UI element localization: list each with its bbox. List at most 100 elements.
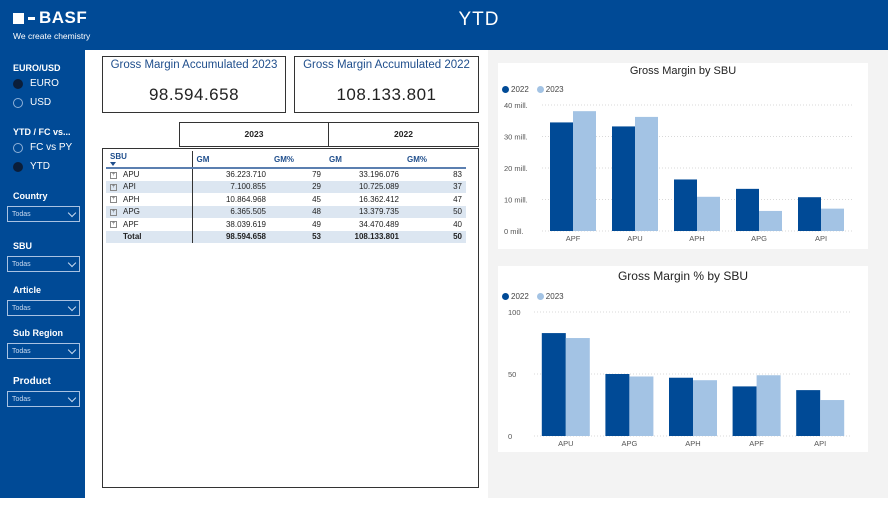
gm-by-sbu-chart-card[interactable]: Gross Margin by SBU 2022 2023 0 mill. 10 …: [498, 63, 868, 249]
column-header-gmpct-2022[interactable]: GM%: [403, 151, 466, 169]
bar-2023-apu[interactable]: [635, 116, 658, 231]
row-gm-2023: 36.223.710: [191, 168, 270, 181]
bar-2023-apg[interactable]: [629, 376, 654, 436]
y-tick-label: 30 mill.: [504, 133, 528, 142]
sbu-filter-title: SBU: [13, 241, 33, 251]
expand-plus-icon[interactable]: +: [110, 221, 117, 229]
bar-2023-aph[interactable]: [697, 196, 720, 231]
total-gmpct-2022: 50: [403, 230, 466, 243]
bar-2023-api[interactable]: [821, 208, 844, 231]
country-dropdown[interactable]: Todas: [7, 206, 80, 222]
y-tick-label: 0: [508, 432, 512, 441]
currency-slicer-title: EURO/USD: [13, 63, 61, 73]
bar-2023-api[interactable]: [820, 400, 845, 436]
gm-by-sbu-bar-chart: 0 mill. 10 mill. 20 mill. 30 mill. 40 mill. A…: [504, 101, 852, 243]
filter-sidebar: EURO/USD EURO USD YTD / FC vs... FC vs P…: [0, 50, 85, 498]
table-row[interactable]: + APG 6.365.505 48 13.379.735 50: [106, 205, 466, 218]
row-gmpct-2022: 50: [403, 205, 466, 218]
kpi-card-2023: Gross Margin Accumulated 2023 98.594.658: [102, 56, 286, 113]
product-filter-title: Product: [13, 376, 51, 387]
bar-2022-aph[interactable]: [674, 179, 697, 231]
x-tick-label: API: [814, 439, 826, 448]
bar-2022-apu[interactable]: [541, 333, 566, 436]
x-tick-label: APH: [685, 439, 700, 448]
expand-plus-icon[interactable]: +: [110, 208, 117, 216]
country-filter-title: Country: [13, 191, 48, 201]
expand-plus-icon[interactable]: +: [110, 183, 117, 191]
product-dropdown[interactable]: Todas: [7, 391, 80, 407]
year-header-2023: 2023: [179, 122, 329, 147]
subregion-dropdown-value: Todas: [12, 347, 31, 355]
bar-2023-apf[interactable]: [573, 111, 596, 231]
total-gm-2023: 98.594.658: [191, 230, 270, 243]
radio-usd[interactable]: USD: [13, 97, 51, 108]
bar-2022-apu[interactable]: [612, 126, 635, 231]
radio-euro-label: EURO: [30, 78, 59, 89]
radio-ytd-label: YTD: [30, 161, 50, 172]
table-row[interactable]: + APU 36.223.710 79 33.196.076 83: [106, 168, 466, 181]
subregion-filter-title: Sub Region: [13, 328, 63, 338]
radio-fc-vs-py[interactable]: FC vs PY: [13, 142, 72, 153]
total-gmpct-2023: 53: [270, 230, 325, 243]
table-row[interactable]: + APH 10.864.968 45 16.362.412 47: [106, 193, 466, 206]
kpi-2023-value: 98.594.658: [148, 85, 240, 104]
row-gm-2022: 13.379.735: [325, 205, 403, 218]
row-gmpct-2023: 29: [270, 180, 325, 193]
kpi-card-2022: Gross Margin Accumulated 2022 108.133.80…: [294, 56, 479, 113]
chevron-down-icon: [67, 302, 77, 311]
sbu-matrix-table: SBU GM GM% GM GM% + APU 36.223.710 79 33.…: [106, 151, 466, 243]
y-tick-label: 40 mill.: [504, 101, 528, 110]
bar-2023-apg[interactable]: [759, 210, 782, 231]
brand-tagline: We create chemistry: [13, 31, 91, 41]
table-total-row: Total 98.594.658 53 108.133.801 50: [106, 230, 466, 243]
column-header-gm-2022[interactable]: GM: [325, 151, 403, 169]
bar-2022-apg[interactable]: [605, 374, 630, 436]
chevron-down-icon: [67, 208, 77, 217]
column-header-gm-2023[interactable]: GM: [191, 151, 270, 169]
table-row[interactable]: + API 7.100.855 29 10.725.089 37: [106, 180, 466, 193]
radio-euro[interactable]: EURO: [13, 78, 59, 89]
mode-slicer-title: YTD / FC vs...: [13, 127, 71, 137]
kpi-2023-label: Gross Margin Accumulated 2023: [110, 59, 278, 71]
year-header-2022: 2022: [328, 122, 479, 147]
bar-2022-apf[interactable]: [550, 122, 573, 231]
gmpct-by-sbu-chart-card[interactable]: Gross Margin % by SBU 2022 2023 0 50 100 AP…: [498, 266, 868, 452]
x-tick-label: APH: [689, 234, 704, 243]
sbu-dropdown-value: Todas: [12, 260, 31, 268]
bar-2022-api[interactable]: [796, 390, 821, 436]
x-tick-label: APG: [751, 234, 767, 243]
radio-selected-icon: [13, 161, 23, 172]
radio-usd-label: USD: [30, 97, 52, 108]
expand-plus-icon[interactable]: +: [110, 196, 117, 204]
bar-2022-aph[interactable]: [669, 377, 693, 436]
x-tick-label: APF: [749, 439, 764, 448]
row-sbu: APF: [123, 219, 139, 229]
page-title: YTD: [458, 9, 500, 30]
article-dropdown[interactable]: Todas: [7, 300, 80, 316]
row-gm-2022: 16.362.412: [358, 194, 399, 204]
subregion-dropdown[interactable]: Todas: [7, 343, 80, 359]
y-tick-label: 100: [508, 308, 521, 317]
bar-2022-api[interactable]: [798, 197, 821, 231]
row-sbu: APG: [123, 207, 140, 217]
row-gmpct-2023: 45: [312, 194, 321, 204]
radio-unselected-icon: [13, 97, 23, 108]
bar-2023-apu[interactable]: [565, 338, 590, 436]
gmpct-by-sbu-bar-chart: 0 50 100 APU APG APH APF API: [508, 308, 852, 448]
expand-plus-icon[interactable]: +: [110, 171, 117, 179]
bar-2023-aph[interactable]: [693, 380, 717, 436]
column-header-sbu[interactable]: SBU: [106, 151, 192, 169]
row-gm-2022: 34.470.489: [358, 219, 399, 229]
row-gm-2022: 33.196.076: [358, 170, 399, 180]
bar-2022-apg[interactable]: [736, 188, 759, 231]
column-header-gmpct-2023[interactable]: GM%: [270, 151, 325, 169]
chevron-down-icon: [67, 258, 77, 267]
y-tick-label: 10 mill.: [504, 196, 528, 205]
sbu-header-label: SBU: [110, 152, 127, 161]
radio-ytd[interactable]: YTD: [13, 161, 50, 172]
y-tick-label: 50: [508, 370, 516, 379]
bar-2023-apf[interactable]: [756, 375, 781, 436]
bar-2022-apf[interactable]: [732, 386, 757, 436]
sbu-dropdown[interactable]: Todas: [7, 256, 80, 272]
table-row[interactable]: + APF 38.039.619 49 34.470.489 40: [106, 218, 466, 231]
